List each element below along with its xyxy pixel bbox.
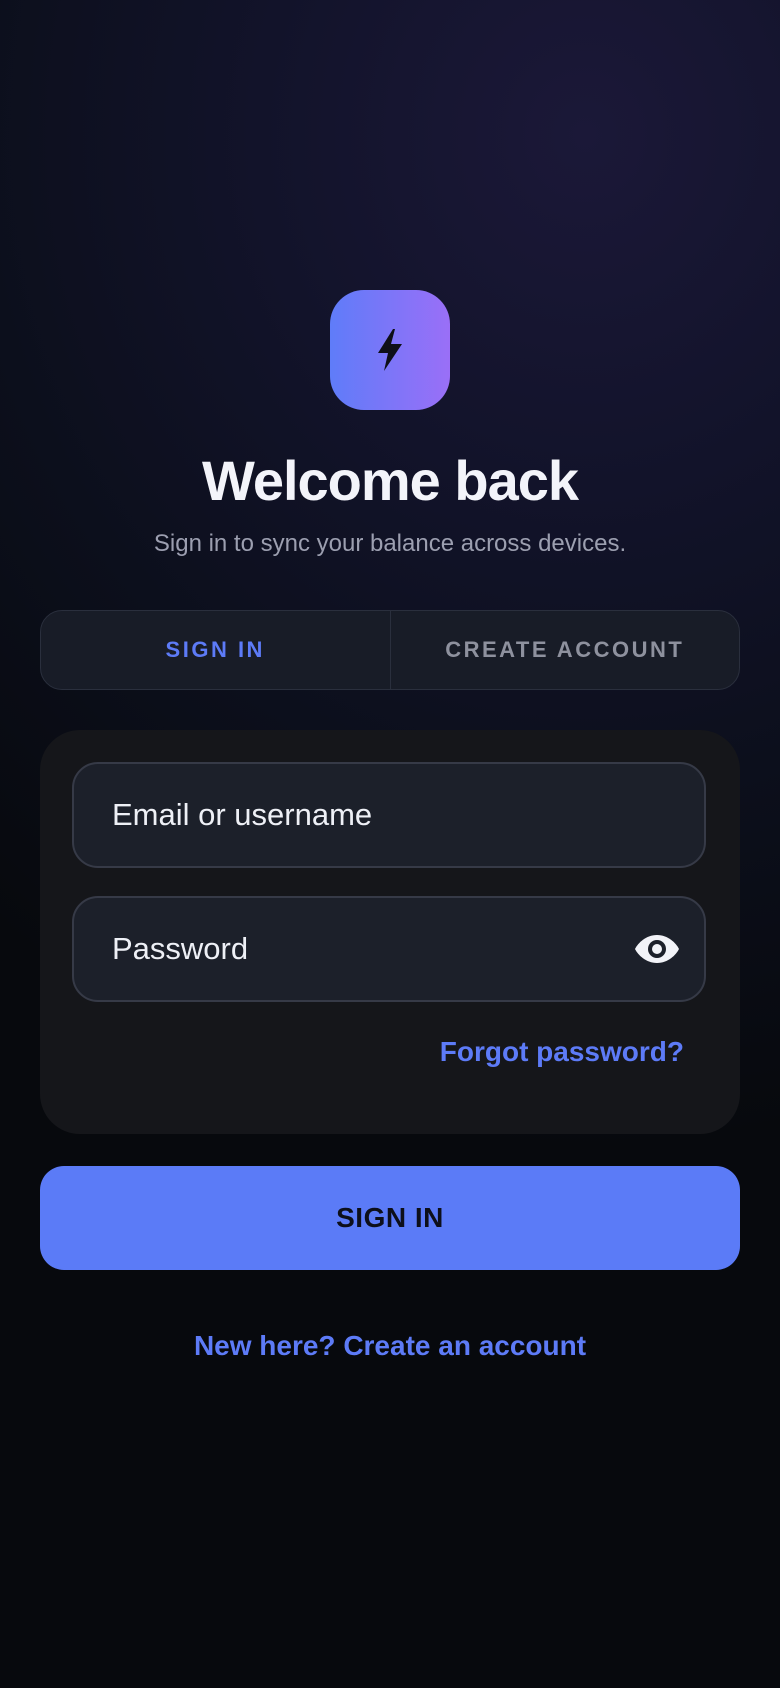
tab-create-account[interactable]: CREATE ACCOUNT [391,611,740,689]
eye-icon[interactable] [634,933,680,965]
sign-in-button[interactable]: SIGN IN [40,1166,740,1270]
tab-sign-in[interactable]: SIGN IN [41,611,391,689]
app-logo [330,290,450,410]
lightning-bolt-icon [378,329,402,371]
auth-tabs: SIGN IN CREATE ACCOUNT [40,610,740,690]
email-field[interactable] [112,797,680,833]
forgot-password-link[interactable]: Forgot password? [440,1036,684,1068]
password-field[interactable] [112,931,634,967]
page-subtitle: Sign in to sync your balance across devi… [153,530,627,557]
login-form-card: Forgot password? [40,730,740,1134]
email-field-container [72,762,706,868]
create-account-link[interactable]: New here? Create an account [0,1330,780,1362]
password-field-container [72,896,706,1002]
page-title: Welcome back [201,449,579,512]
